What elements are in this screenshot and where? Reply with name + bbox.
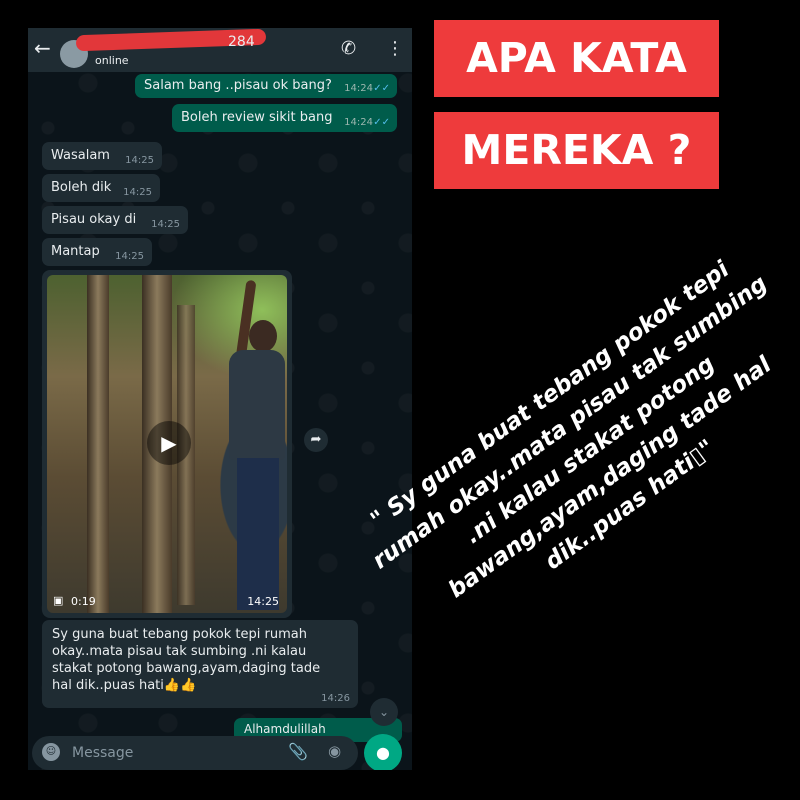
video-thumbnail[interactable]: ▶ ▣ 0:19 14:25 <box>47 275 287 613</box>
read-ticks-icon: ✓✓ <box>373 83 390 94</box>
message-text: Sy guna buat tebang pokok tepi rumah oka… <box>52 627 321 693</box>
message-text: Boleh review sikit bang <box>181 110 333 125</box>
message-text: Mantap <box>51 244 100 259</box>
heading-line-1: APA KATA <box>434 20 719 97</box>
message-text: Pisau okay di <box>51 212 137 227</box>
message-out[interactable]: Boleh review sikit bang 14:24 ✓✓ <box>172 104 397 132</box>
scroll-down-icon[interactable]: ⌄ <box>370 698 398 726</box>
read-ticks-icon: ✓✓ <box>373 117 390 128</box>
message-text: Salam bang ..pisau ok bang? <box>144 78 332 93</box>
video-duration: 0:19 <box>71 595 96 608</box>
emoji-icon[interactable]: ☺ <box>42 743 60 761</box>
camera-icon[interactable]: ◉ <box>328 742 341 760</box>
video-message[interactable]: ▶ ▣ 0:19 14:25 <box>42 270 292 618</box>
mic-icon[interactable]: ● <box>364 734 402 770</box>
add-call-icon[interactable]: ✆ <box>341 38 356 59</box>
heading-line-2: MEREKA ? <box>434 112 719 189</box>
video-camera-icon: ▣ <box>53 594 64 607</box>
contact-name[interactable]: 284 <box>228 34 255 50</box>
chat-header: ← 284 online ✆ ⋮ <box>28 28 412 72</box>
message-time: 14:25 <box>115 251 144 262</box>
play-icon[interactable]: ▶ <box>147 421 191 465</box>
message-in[interactable]: Mantap 14:25 <box>42 238 152 266</box>
person-figure <box>207 279 285 610</box>
message-placeholder: Message <box>72 745 134 761</box>
message-time: 14:25 <box>125 155 154 166</box>
message-text: Alhamdulillah <box>244 722 326 736</box>
tree-trunk <box>87 275 109 613</box>
attach-icon[interactable]: 📎 <box>288 742 308 761</box>
message-time: 14:24 <box>344 117 373 128</box>
message-in[interactable]: Boleh dik 14:25 <box>42 174 160 202</box>
message-in[interactable]: Sy guna buat tebang pokok tepi rumah oka… <box>42 620 358 708</box>
back-arrow-icon[interactable]: ← <box>34 36 51 60</box>
message-time: 14:25 <box>151 219 180 230</box>
message-text: Boleh dik <box>51 180 112 195</box>
message-input[interactable]: ☺ Message 📎 ◉ <box>32 736 358 770</box>
message-time: 14:26 <box>321 693 350 704</box>
message-time: 14:25 <box>123 187 152 198</box>
forward-icon[interactable]: ➦ <box>304 428 328 452</box>
message-text: Wasalam <box>51 148 110 163</box>
chat-screenshot: ← 284 online ✆ ⋮ Salam bang ..pisau ok b… <box>28 28 412 770</box>
message-in[interactable]: Pisau okay di 14:25 <box>42 206 188 234</box>
contact-status: online <box>95 54 129 67</box>
menu-icon[interactable]: ⋮ <box>386 38 404 59</box>
message-out[interactable]: Salam bang ..pisau ok bang? 14:24 ✓✓ <box>135 74 397 98</box>
message-time: 14:24 <box>344 83 373 94</box>
message-time: 14:25 <box>247 595 279 608</box>
message-in[interactable]: Wasalam 14:25 <box>42 142 162 170</box>
